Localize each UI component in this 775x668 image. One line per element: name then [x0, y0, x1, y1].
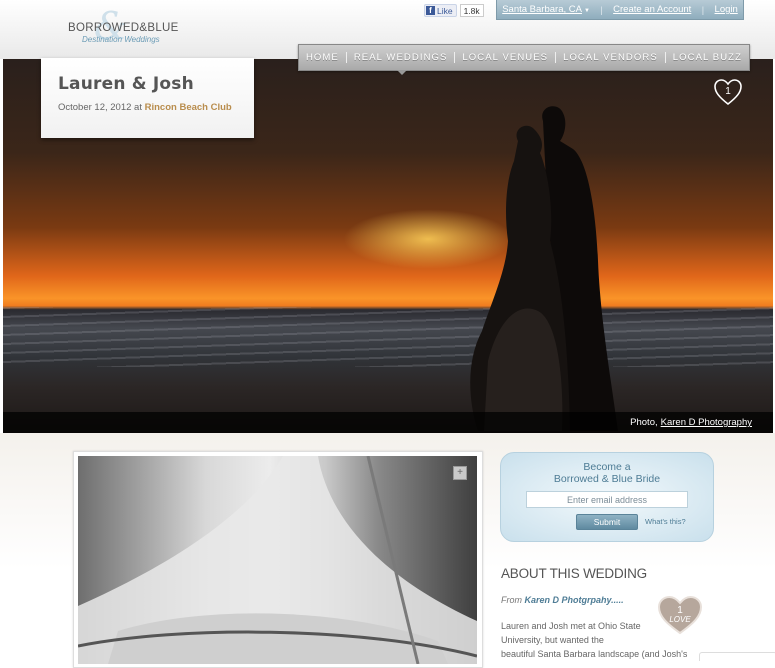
logo-text: BORROWED&BLUE [68, 22, 179, 34]
facebook-like-button[interactable]: f Like [424, 4, 457, 17]
email-input[interactable] [526, 491, 688, 508]
create-account-link[interactable]: Create an Account [613, 4, 691, 15]
nav-active-pointer [397, 70, 407, 75]
wedding-date: October 12, 2012 at [58, 102, 145, 113]
location-selector[interactable]: Santa Barbara, CA [502, 4, 582, 15]
from-prefix: From [501, 595, 525, 605]
nav-divider [664, 52, 666, 63]
description-line: beautiful Santa Barbara landscape (and J… [501, 649, 688, 659]
facebook-icon: f [426, 6, 435, 15]
wedding-dress-image [78, 456, 477, 664]
main-nav: HOME REAL WEDDINGS LOCAL VENUES LOCAL VE… [298, 44, 750, 75]
signup-line2: Borrowed & Blue Bride [553, 473, 661, 485]
submit-button[interactable]: Submit [576, 514, 638, 530]
nav-local-buzz[interactable]: LOCAL BUZZ [673, 52, 742, 63]
gallery-photo-frame: + [73, 451, 483, 668]
nav-real-weddings[interactable]: REAL WEDDINGS [354, 52, 448, 63]
couple-silhouette [470, 106, 618, 431]
venue-link[interactable]: Rincon Beach Club [145, 102, 232, 113]
facebook-like-label: Like [437, 5, 453, 16]
expand-icon[interactable]: + [453, 466, 467, 480]
logo-tagline: Destination Weddings [82, 35, 160, 44]
nav-home[interactable]: HOME [306, 52, 339, 63]
nav-local-vendors[interactable]: LOCAL VENDORS [563, 52, 658, 63]
description-line: Lauren and Josh met at Ohio State [501, 621, 641, 631]
about-source: From Karen D Photgrpahy..... [501, 595, 624, 605]
wedding-title: Lauren & Josh [58, 74, 194, 94]
whats-this-link[interactable]: What's this? [645, 517, 686, 526]
divider: | [600, 4, 603, 15]
nav-divider [555, 52, 557, 63]
ocean-waves [3, 307, 773, 367]
wedding-date-line: October 12, 2012 at Rincon Beach Club [58, 102, 232, 113]
nav-local-venues[interactable]: LOCAL VENUES [462, 52, 548, 63]
site-logo[interactable]: & BORROWED&BLUE Destination Weddings [62, 4, 182, 50]
photographer-link[interactable]: Karen D Photography [661, 417, 752, 428]
nav-divider [345, 52, 347, 63]
login-link[interactable]: Login [715, 4, 738, 15]
divider: | [701, 4, 705, 15]
source-link[interactable]: Karen D Photgrpahy..... [525, 595, 624, 605]
nav-divider [454, 52, 456, 63]
love-heart-button[interactable]: 1 [713, 78, 743, 106]
wedding-title-card: Lauren & Josh October 12, 2012 at Rincon… [41, 58, 254, 138]
newsletter-signup: Become a Borrowed & Blue Bride Submit Wh… [500, 452, 714, 542]
facebook-like-widget: f Like 1.8k [424, 4, 484, 17]
facebook-like-count: 1.8k [459, 4, 484, 17]
signup-line1: Become a [583, 461, 631, 473]
love-count: 1 [725, 86, 731, 97]
photo-credit-prefix: Photo, [630, 417, 658, 428]
dress-photo[interactable]: + [78, 456, 477, 664]
user-bar: Santa Barbara, CA ▼ | Create an Account |… [496, 0, 744, 20]
about-description: Lauren and Josh met at Ohio State Univer… [501, 619, 706, 661]
description-line: University, but wanted the [501, 635, 604, 645]
photo-credit-bar: Photo, Karen D Photography [3, 412, 773, 433]
chevron-down-icon[interactable]: ▼ [584, 8, 590, 14]
about-heading: ABOUT THIS WEDDING [501, 566, 647, 581]
